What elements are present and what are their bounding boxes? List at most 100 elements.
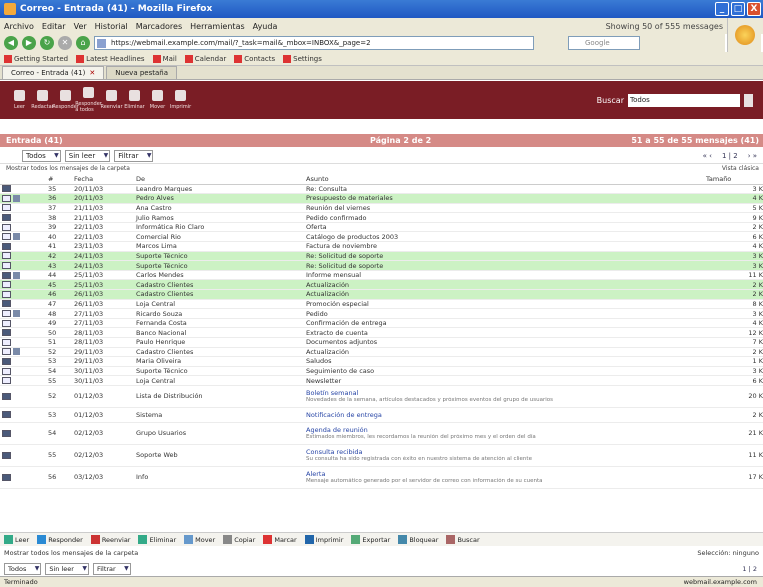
- row-icons[interactable]: [0, 260, 46, 271]
- table-row[interactable]: 41 23/11/03 Marcos Lima Factura de noviembr…: [0, 241, 763, 252]
- row-icons[interactable]: [0, 444, 46, 467]
- table-row[interactable]: 47 26/11/03 Loja Central Promoción especial…: [0, 299, 763, 310]
- row-icons[interactable]: [0, 222, 46, 233]
- row-from[interactable]: Marcos Lima: [134, 241, 304, 252]
- table-row[interactable]: 53 29/11/03 Maria Oliveira Saludos 1 K: [0, 356, 763, 367]
- row-icons[interactable]: [0, 231, 46, 243]
- row-subject[interactable]: Actualización: [304, 289, 704, 300]
- row-subject[interactable]: Re: Consulta: [304, 184, 704, 195]
- row-from[interactable]: Informática Rio Claro: [134, 222, 304, 233]
- bookmark-item[interactable]: Getting Started: [4, 54, 68, 63]
- row-from[interactable]: Sistema: [134, 407, 304, 423]
- delete-button[interactable]: Eliminar: [123, 90, 146, 110]
- bookmark-item[interactable]: Latest Headlines: [76, 54, 145, 63]
- row-icons[interactable]: [0, 279, 46, 291]
- table-row[interactable]: 55 02/12/03 Soporte Web Consulta recibida Su…: [0, 444, 763, 467]
- back-button[interactable]: ◀: [4, 36, 18, 50]
- table-row[interactable]: 56 03/12/03 Info Alerta Mensaje automático g…: [0, 466, 763, 489]
- row-icons[interactable]: [0, 184, 46, 195]
- row-from[interactable]: Ricardo Souza: [134, 308, 304, 319]
- row-icons[interactable]: [0, 308, 46, 319]
- action-forward[interactable]: Reenviar: [90, 535, 130, 544]
- row-subject[interactable]: Actualización: [304, 347, 704, 358]
- row-icons[interactable]: [0, 193, 46, 204]
- row-from[interactable]: Ana Castro: [134, 203, 304, 214]
- table-row[interactable]: 44 25/11/03 Carlos Mendes Informe mensual 11…: [0, 270, 763, 281]
- action-move[interactable]: Mover: [184, 535, 215, 544]
- row-subject-cell[interactable]: Consulta recibida Su consulta ha sido reg…: [304, 444, 704, 467]
- row-subject[interactable]: Saludos: [304, 356, 704, 367]
- table-row[interactable]: 55 30/11/03 Loja Central Newsletter 6 K: [0, 375, 763, 386]
- row-subject-cell[interactable]: Notificación de entrega: [304, 407, 704, 423]
- bookmark-item[interactable]: Calendar: [184, 54, 226, 63]
- col-number[interactable]: #: [46, 175, 72, 185]
- row-icons[interactable]: [0, 251, 46, 262]
- row-from[interactable]: Carlos Mendes: [134, 270, 304, 281]
- table-row[interactable]: 54 02/12/03 Grupo Usuarios Agenda de reunió…: [0, 422, 763, 445]
- row-subject-cell[interactable]: Agenda de reunión Estimados miembros, les…: [304, 422, 704, 445]
- table-row[interactable]: 46 26/11/03 Cadastro Clientes Actualización…: [0, 289, 763, 300]
- search-input[interactable]: Google: [568, 36, 640, 50]
- menu-marcadores[interactable]: Marcadores: [136, 22, 182, 31]
- col-from[interactable]: De: [134, 175, 304, 185]
- action-export[interactable]: Exportar: [351, 535, 390, 544]
- row-subject[interactable]: Reunión del viernes: [304, 203, 704, 214]
- row-subject[interactable]: Seguimiento de caso: [304, 366, 704, 377]
- row-icons[interactable]: [0, 318, 46, 329]
- row-subject[interactable]: Re: Solicitud de soporte: [304, 260, 704, 271]
- menu-archivo[interactable]: Archivo: [4, 22, 34, 31]
- bottom-filter-select-3[interactable]: Filtrar: [92, 563, 131, 575]
- table-row[interactable]: 50 28/11/03 Banco Nacional Extracto de cuen…: [0, 327, 763, 338]
- row-from[interactable]: Julio Ramos: [134, 212, 304, 223]
- bookmark-item[interactable]: Contacts: [234, 54, 275, 63]
- forward-mail-button[interactable]: Reenviar: [100, 90, 123, 110]
- row-from[interactable]: Maria Oliveira: [134, 356, 304, 367]
- row-from[interactable]: Paulo Henrique: [134, 337, 304, 348]
- row-subject-cell[interactable]: Alerta Mensaje automático generado por el…: [304, 466, 704, 489]
- table-row[interactable]: 52 29/11/03 Cadastro Clientes Actualización…: [0, 347, 763, 358]
- row-subject[interactable]: Boletín semanal: [306, 389, 358, 397]
- row-from[interactable]: Grupo Usuarios: [134, 422, 304, 445]
- table-row[interactable]: 53 01/12/03 Sistema Notificación de entrega…: [0, 407, 763, 423]
- row-icons[interactable]: [0, 299, 46, 310]
- bookmark-item[interactable]: Mail: [152, 54, 177, 63]
- table-row[interactable]: 45 25/11/03 Cadastro Clientes Actualización…: [0, 279, 763, 291]
- action-mark[interactable]: Marcar: [263, 535, 297, 544]
- table-row[interactable]: 37 21/11/03 Ana Castro Reunión del viernes 5…: [0, 203, 763, 214]
- search-dropdown-icon[interactable]: [744, 93, 753, 107]
- subfilter-left[interactable]: Mostrar todos los mensajes de la carpeta: [6, 165, 130, 172]
- row-subject[interactable]: Documentos adjuntos: [304, 337, 704, 348]
- row-from[interactable]: Cadastro Clientes: [134, 347, 304, 358]
- row-icons[interactable]: [0, 203, 46, 214]
- bottom-filter-select-1[interactable]: Todos: [4, 563, 42, 575]
- reply-all-button[interactable]: Responder a todos: [75, 87, 102, 113]
- row-icons[interactable]: [0, 337, 46, 348]
- subfilter-right[interactable]: Vista clásica: [722, 165, 759, 172]
- row-icons[interactable]: [0, 385, 46, 408]
- row-icons[interactable]: [0, 327, 46, 338]
- row-subject[interactable]: Pedido confirmado: [304, 212, 704, 223]
- row-from[interactable]: Suporte Técnico: [134, 260, 304, 271]
- close-button[interactable]: X: [747, 2, 761, 16]
- row-subject[interactable]: Newsletter: [304, 375, 704, 386]
- menu-historial[interactable]: Historial: [95, 22, 128, 31]
- row-subject[interactable]: Promoción especial: [304, 299, 704, 310]
- row-icons[interactable]: [0, 212, 46, 223]
- row-subject[interactable]: Extracto de cuenta: [304, 327, 704, 338]
- row-subject[interactable]: Notificación de entrega: [306, 411, 382, 419]
- row-subject[interactable]: Agenda de reunión: [306, 426, 368, 434]
- compose-button[interactable]: Redactar: [31, 90, 54, 110]
- bottom-pager[interactable]: 1 | 2: [742, 565, 757, 573]
- row-icons[interactable]: [0, 422, 46, 445]
- row-from[interactable]: Comercial Rio: [134, 231, 304, 243]
- row-subject[interactable]: Pedido: [304, 308, 704, 319]
- filter-select-2[interactable]: Sin leer: [64, 149, 111, 162]
- row-subject[interactable]: Factura de noviembre: [304, 241, 704, 252]
- col-subject[interactable]: Asunto: [304, 175, 704, 185]
- row-from[interactable]: Loja Central: [134, 299, 304, 310]
- reply-button[interactable]: Responder: [52, 90, 79, 110]
- move-button[interactable]: Mover: [146, 90, 169, 110]
- table-row[interactable]: 40 22/11/03 Comercial Rio Catálogo de produ…: [0, 231, 763, 243]
- table-row[interactable]: 54 30/11/03 Suporte Técnico Seguimiento de …: [0, 366, 763, 377]
- action-read[interactable]: Leer: [4, 535, 29, 544]
